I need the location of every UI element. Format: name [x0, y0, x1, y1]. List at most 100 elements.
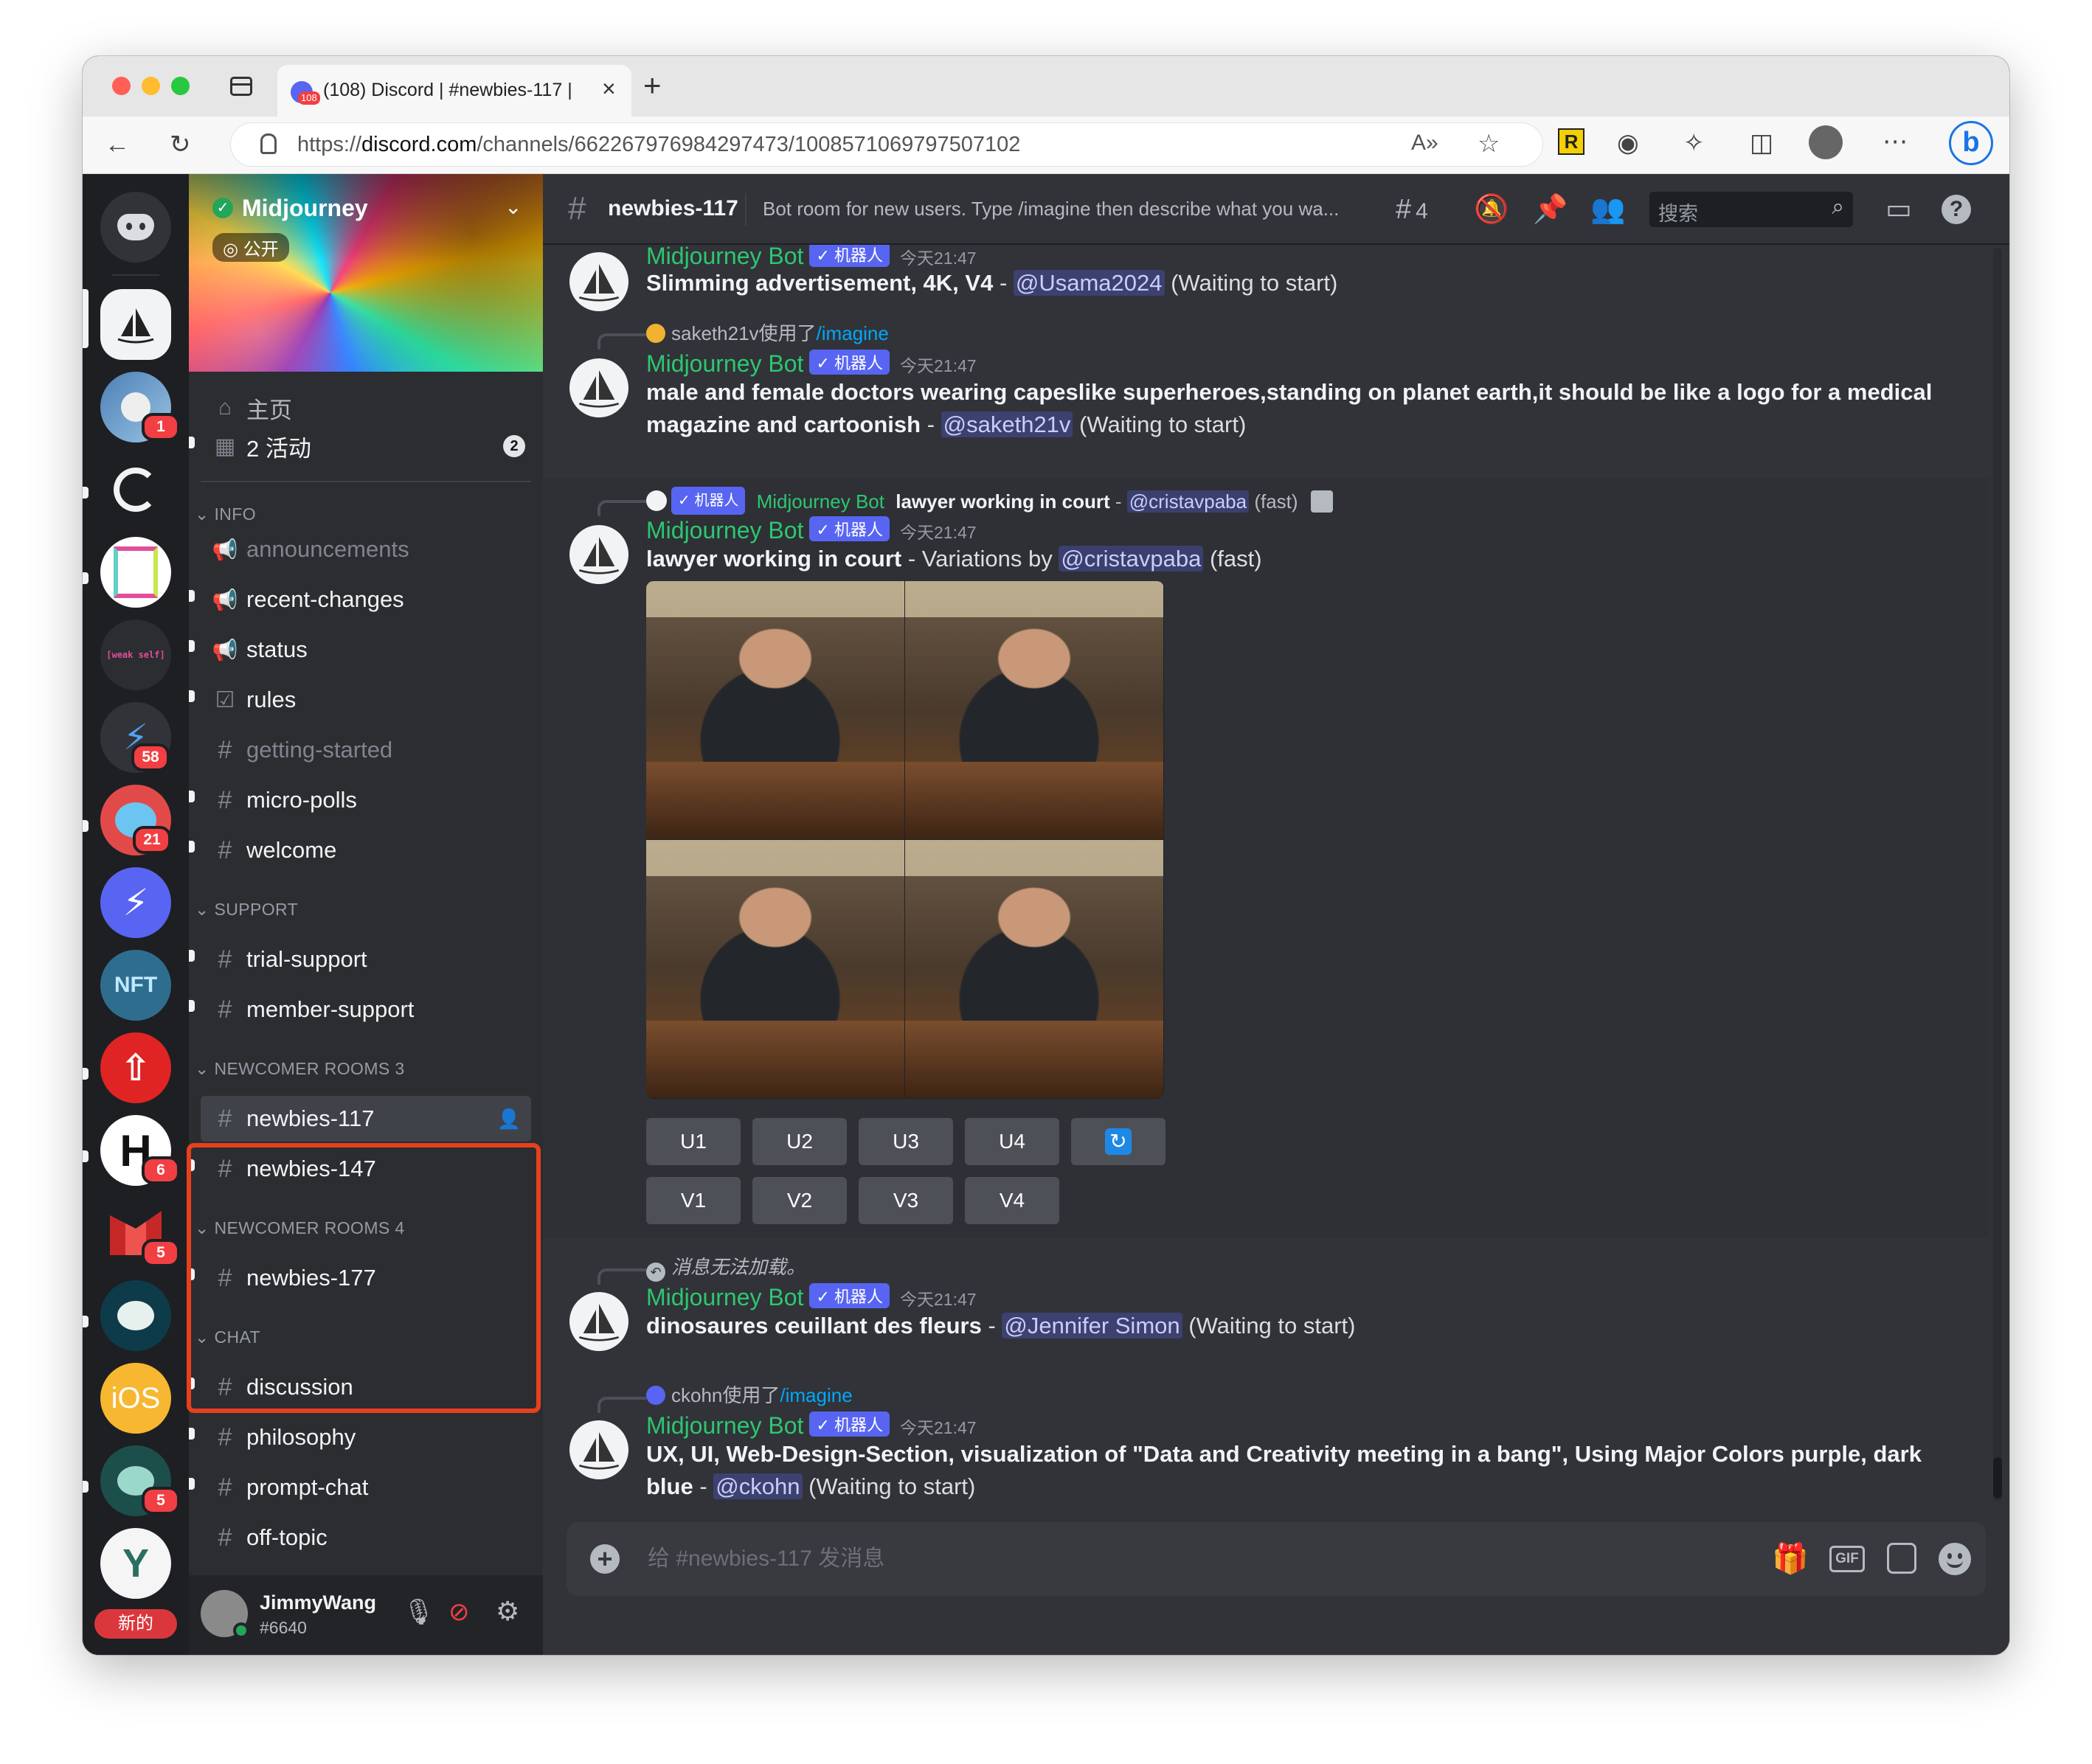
notification-mute-icon[interactable]: 🔕 — [1474, 193, 1509, 226]
discord-home-icon[interactable] — [100, 192, 171, 263]
channel-member-support[interactable]: # member-support — [201, 987, 531, 1032]
channel-newbies-177[interactable]: # newbies-177 — [201, 1255, 531, 1301]
channel-welcome[interactable]: # welcome — [201, 827, 531, 873]
bot-avatar[interactable] — [569, 1420, 628, 1479]
variation-1-button[interactable]: V1 — [646, 1177, 741, 1224]
favorite-star-icon[interactable]: ☆ — [1478, 129, 1500, 159]
bot-avatar[interactable] — [569, 358, 628, 417]
close-tab-icon[interactable]: × — [602, 75, 616, 103]
channel-rules[interactable]: ☑ rules — [201, 677, 531, 723]
server-paw[interactable] — [100, 1280, 171, 1351]
category-chat[interactable]: ⌄ CHAT — [195, 1326, 260, 1348]
reply-preview[interactable]: ↶ 消息无法加载。 — [646, 1254, 806, 1282]
close-window-button[interactable] — [112, 77, 131, 95]
channel-status[interactable]: 📢 status — [201, 627, 531, 673]
bing-icon[interactable]: b — [1949, 121, 1993, 165]
help-icon[interactable]: ? — [1942, 195, 1971, 224]
upscale-4-button[interactable]: U4 — [965, 1118, 1059, 1165]
maximize-window-button[interactable] — [171, 77, 190, 95]
server-ios[interactable]: iOS — [100, 1363, 171, 1434]
server-nft[interactable]: NFT — [100, 950, 171, 1021]
address-bar[interactable]: https://discord.com/channels/66226797698… — [230, 122, 1543, 167]
chevron-down-icon[interactable]: ⌄ — [505, 195, 522, 219]
category-support[interactable]: ⌄ SUPPORT — [195, 898, 298, 920]
sticker-icon[interactable] — [1887, 1543, 1916, 1574]
channel-newbies-117[interactable]: # newbies-117 👤 — [201, 1096, 531, 1142]
inbox-icon[interactable]: ▭ — [1885, 193, 1912, 226]
server-weak-self[interactable]: [weak self] — [100, 619, 171, 690]
reroll-button[interactable]: ↻ — [1071, 1118, 1166, 1165]
variation-3-button[interactable]: V3 — [859, 1177, 953, 1224]
channel-newbies-147[interactable]: # newbies-147 — [201, 1146, 531, 1192]
gift-icon[interactable]: 🎁 — [1772, 1541, 1809, 1576]
channel-discussion[interactable]: # discussion — [201, 1364, 531, 1410]
chat-scrollbar[interactable] — [1993, 248, 2002, 1501]
minimize-window-button[interactable] — [142, 77, 160, 95]
message-hovered: ✓ 机器人 Midjourney Bot lawyer working in c… — [543, 478, 1989, 1237]
reply-preview[interactable]: ✓ 机器人 Midjourney Bot lawyer working in c… — [646, 487, 1333, 515]
server-pink-frame[interactable] — [100, 537, 171, 608]
message-content: dinosaures ceuillant des fleurs - @Jenni… — [646, 1313, 1356, 1338]
channel-trial-support[interactable]: # trial-support — [201, 937, 531, 982]
active-tab[interactable]: 108 (108) Discord | #newbies-117 | × — [277, 65, 631, 117]
more-menu-icon[interactable]: ⋯ — [1883, 127, 1908, 156]
invite-icon[interactable]: 👤 — [497, 1108, 521, 1131]
generated-image-grid[interactable] — [646, 581, 1164, 1099]
channel-announcements[interactable]: 📢 announcements — [201, 527, 531, 572]
server-red-arrow[interactable]: ⇧ — [100, 1032, 171, 1103]
upscale-1-button[interactable]: U1 — [646, 1118, 741, 1165]
bot-avatar[interactable] — [569, 1292, 628, 1351]
message-input[interactable]: 给 #newbies-117 发消息 — [648, 1535, 1754, 1583]
reply-preview[interactable]: ckohn使用了/imagine — [646, 1382, 853, 1409]
back-arrow-icon[interactable]: ← — [105, 130, 130, 159]
new-tab-icon[interactable]: + — [643, 68, 662, 103]
pinned-messages-icon[interactable]: 📌 — [1533, 193, 1568, 226]
new-servers-badge[interactable]: 新的 — [94, 1609, 177, 1639]
channel-getting-started[interactable]: # getting-started — [201, 727, 531, 773]
channel-recent-changes[interactable]: 📢 recent-changes — [201, 577, 531, 622]
search-input[interactable]: 搜索 ⌕ — [1649, 192, 1853, 227]
channel-topic[interactable]: Bot room for new users. Type /imagine th… — [763, 198, 1368, 220]
variation-2-button[interactable]: V2 — [752, 1177, 847, 1224]
read-aloud-icon[interactable]: A» — [1411, 131, 1438, 156]
server-bolt-blue[interactable]: ⚡ — [100, 867, 171, 938]
threads-icon[interactable]: #4 — [1396, 193, 1428, 228]
channel-micro-polls[interactable]: # micro-polls — [201, 777, 531, 823]
category-newcomer-rooms-3[interactable]: ⌄ NEWCOMER ROOMS 3 — [195, 1058, 405, 1080]
category-info[interactable]: ⌄ INFO — [195, 503, 256, 525]
password-extension-icon[interactable]: ◉ — [1617, 128, 1639, 158]
unread-pip — [189, 1478, 195, 1490]
add-attachment-icon[interactable]: + — [590, 1544, 620, 1574]
unread-pip — [189, 640, 195, 652]
reply-spine — [598, 500, 646, 516]
channel-prompt-chat[interactable]: # prompt-chat — [201, 1465, 531, 1510]
settings-gear-icon[interactable]: ⚙ — [496, 1596, 519, 1627]
mute-microphone-icon[interactable]: 🎙 — [403, 1597, 434, 1627]
upscale-2-button[interactable]: U2 — [752, 1118, 847, 1165]
r-extension-icon[interactable]: R — [1558, 128, 1584, 155]
emoji-icon[interactable] — [1939, 1543, 1971, 1575]
upscale-3-button[interactable]: U3 — [859, 1118, 953, 1165]
deafen-headphones-icon[interactable]: ⊘ — [448, 1597, 470, 1627]
server-y[interactable]: Y — [100, 1528, 171, 1599]
reload-icon[interactable]: ↻ — [170, 130, 191, 159]
gif-icon[interactable]: GIF — [1829, 1546, 1865, 1572]
reply-preview[interactable]: saketh21v使用了/imagine — [646, 320, 889, 347]
channel-philosophy[interactable]: # philosophy — [201, 1414, 531, 1460]
tab-actions-icon[interactable] — [230, 77, 252, 96]
split-screen-icon[interactable]: ◫ — [1750, 128, 1773, 158]
server-banner[interactable]: ✓ Midjourney ⌄ ◎ 公开 — [189, 174, 543, 372]
channel-header: # newbies-117 Bot room for new users. Ty… — [543, 174, 2009, 245]
category-newcomer-rooms-4[interactable]: ⌄ NEWCOMER ROOMS 4 — [195, 1217, 405, 1239]
server-midjourney[interactable] — [100, 289, 171, 360]
unread-pip — [83, 1150, 89, 1162]
extensions-puzzle-icon[interactable]: ✧ — [1683, 128, 1705, 158]
profile-avatar[interactable] — [1809, 125, 1843, 159]
server-swirl[interactable] — [100, 454, 171, 525]
variation-4-button[interactable]: V4 — [965, 1177, 1059, 1224]
channel-off-topic[interactable]: # off-topic — [201, 1515, 531, 1560]
bot-avatar[interactable] — [569, 252, 628, 311]
nav-events[interactable]: ▦ 2 活动 2 — [201, 423, 531, 469]
member-list-icon[interactable]: 👥 — [1590, 193, 1625, 226]
bot-avatar[interactable] — [569, 525, 628, 584]
